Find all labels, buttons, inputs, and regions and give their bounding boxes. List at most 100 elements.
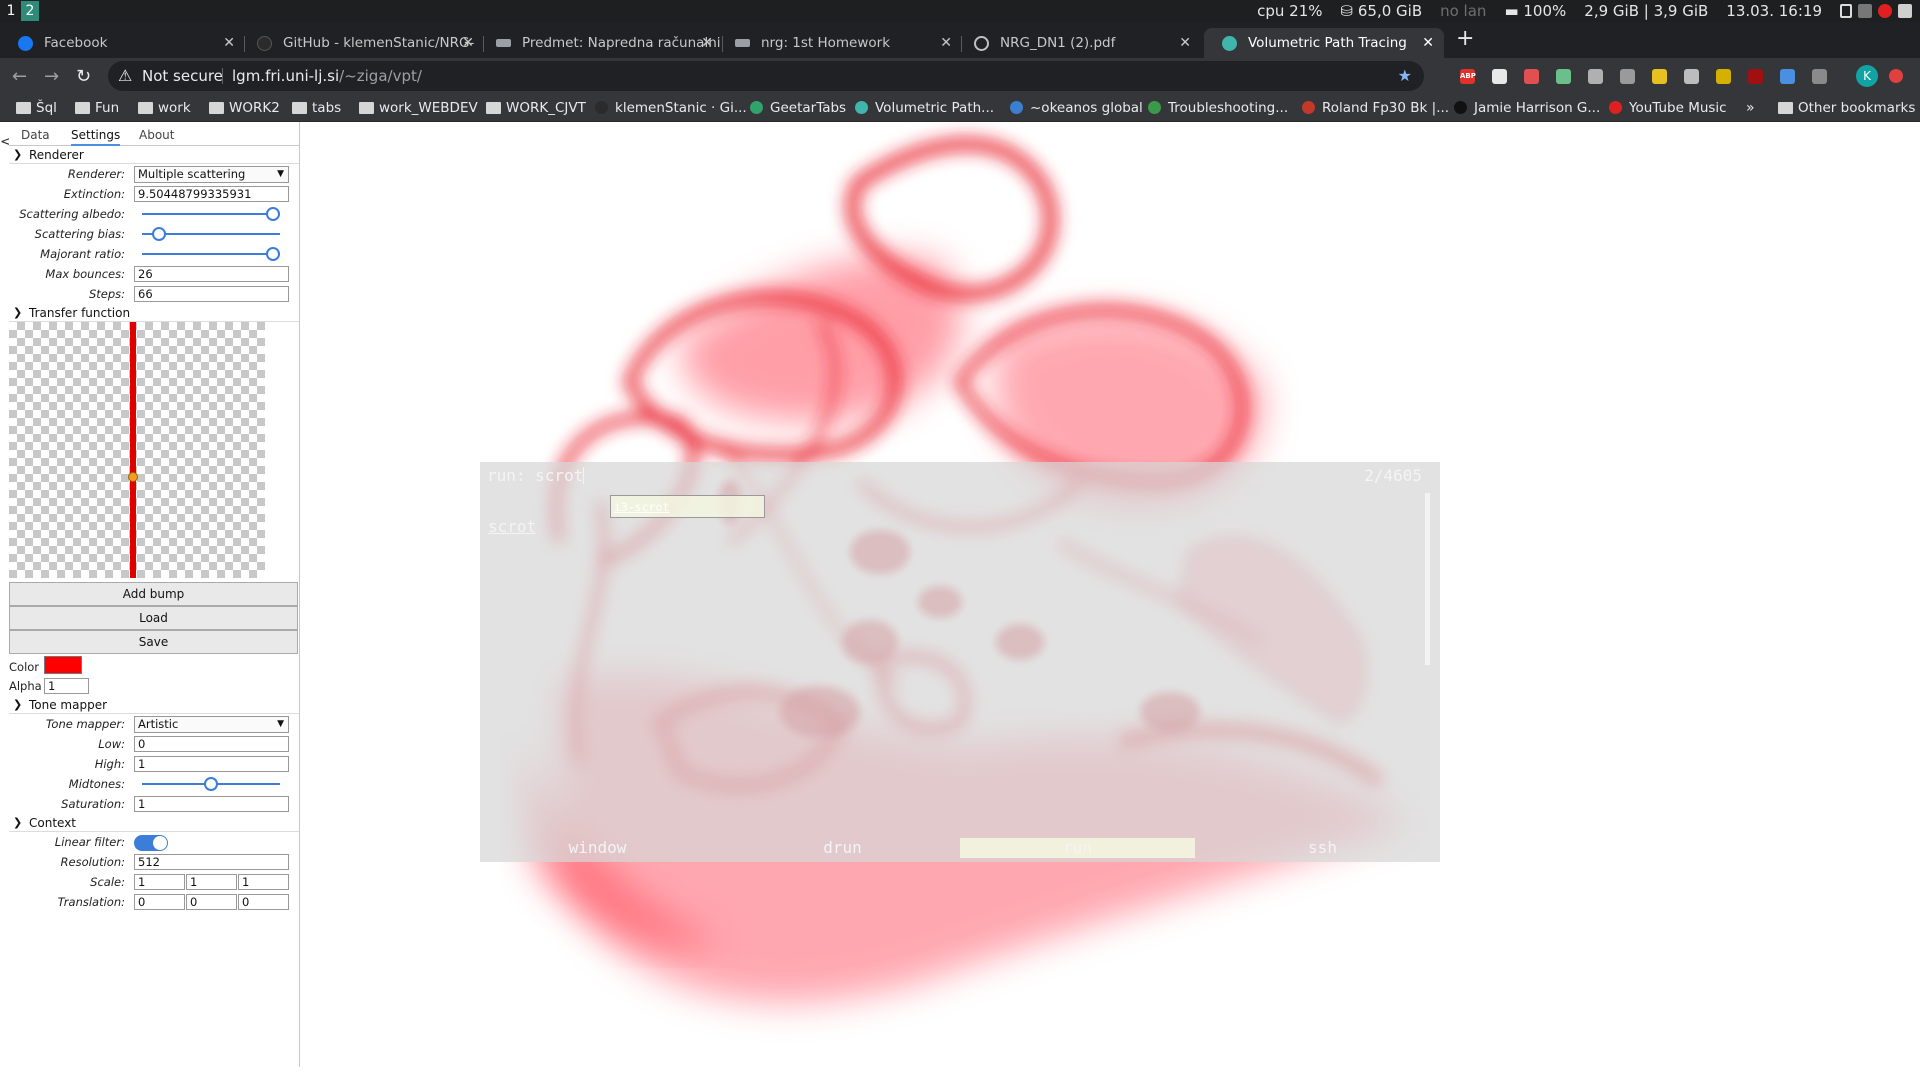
bookmark-link[interactable]: Troubleshooting... bbox=[1146, 94, 1288, 122]
alpha-input[interactable]: 1 bbox=[44, 678, 89, 694]
warning-icon[interactable]: ⚠ bbox=[118, 61, 132, 91]
extinction-input[interactable]: 9.50448799335931 bbox=[134, 186, 289, 202]
slider-knob[interactable] bbox=[204, 777, 218, 791]
tab-facebook[interactable]: Facebook ✕ bbox=[0, 28, 245, 58]
scale-z-input[interactable]: 1 bbox=[238, 874, 289, 890]
bookmark-link[interactable]: Volumetric Path... bbox=[853, 94, 994, 122]
bookmark-link[interactable]: Roland Fp30 Bk |... bbox=[1300, 94, 1449, 122]
add-bump-button[interactable]: Add bump bbox=[9, 582, 298, 606]
rofi-mode-run[interactable]: run bbox=[960, 838, 1195, 858]
albedo-slider[interactable] bbox=[142, 207, 280, 221]
bookmark-link[interactable]: YouTube Music bbox=[1607, 94, 1727, 122]
bookmark-star-icon[interactable]: ★ bbox=[1398, 61, 1412, 91]
forward-button[interactable]: → bbox=[44, 66, 59, 87]
context-section-header[interactable]: ❯ Context bbox=[9, 814, 299, 832]
extension-icon-4[interactable] bbox=[1556, 69, 1571, 84]
high-input[interactable]: 1 bbox=[134, 756, 289, 772]
translation-x-input[interactable]: 0 bbox=[134, 894, 185, 910]
slider-knob[interactable] bbox=[266, 247, 280, 261]
other-bookmarks-folder[interactable]: Other bookmarks bbox=[1776, 94, 1915, 122]
tab-nrg-homework[interactable]: nrg: 1st Homework ✕ bbox=[717, 28, 962, 58]
bookmark-link[interactable]: Jamie Harrison G... bbox=[1452, 94, 1600, 122]
update-icon[interactable] bbox=[1889, 69, 1903, 83]
bookmark-folder[interactable]: Fun bbox=[73, 94, 119, 122]
tab-about[interactable]: About bbox=[139, 128, 174, 142]
bump-handle[interactable] bbox=[128, 472, 138, 482]
alert-icon[interactable] bbox=[1878, 4, 1892, 18]
tone-mapper-select[interactable]: Artistic ▼ bbox=[134, 716, 289, 733]
rofi-mode-ssh[interactable]: ssh bbox=[1205, 838, 1440, 858]
volume-icon[interactable] bbox=[1898, 4, 1912, 18]
url-text[interactable]: lgm.fri.uni-lj.si/~ziga/vpt/ bbox=[232, 61, 422, 91]
close-icon[interactable]: ✕ bbox=[462, 28, 474, 58]
signal-icon[interactable] bbox=[1858, 4, 1872, 18]
extension-icon-3[interactable] bbox=[1524, 69, 1539, 84]
bookmark-link[interactable]: ~okeanos global bbox=[1008, 94, 1143, 122]
slider-knob[interactable] bbox=[266, 207, 280, 221]
new-tab-button[interactable]: + bbox=[1456, 26, 1474, 51]
adblock-plus-icon[interactable]: ABP bbox=[1460, 69, 1476, 84]
majorant-slider[interactable] bbox=[142, 247, 280, 261]
extension-icon-9[interactable] bbox=[1716, 69, 1731, 84]
bookmark-link[interactable]: klemenStanic · Gi... bbox=[593, 94, 747, 122]
close-icon[interactable]: ✕ bbox=[701, 28, 713, 58]
renderer-select[interactable]: Multiple scattering ▼ bbox=[134, 166, 289, 183]
scale-y-input[interactable]: 1 bbox=[186, 874, 237, 890]
resolution-input[interactable]: 512 bbox=[134, 854, 289, 870]
steps-input[interactable]: 66 bbox=[134, 286, 289, 302]
rofi-result-item[interactable]: scrot bbox=[485, 516, 1425, 539]
tab-nrg-pdf[interactable]: NRG_DN1 (2).pdf ✕ bbox=[956, 28, 1201, 58]
extension-icon-12[interactable] bbox=[1812, 69, 1827, 84]
tone-mapper-section-header[interactable]: ❯ Tone mapper bbox=[9, 696, 299, 714]
low-input[interactable]: 0 bbox=[134, 736, 289, 752]
bounces-input[interactable]: 26 bbox=[134, 266, 289, 282]
back-button[interactable]: ← bbox=[12, 66, 27, 87]
close-icon[interactable]: ✕ bbox=[1422, 28, 1434, 58]
scale-x-input[interactable]: 1 bbox=[134, 874, 185, 890]
profile-avatar[interactable]: K bbox=[1856, 65, 1878, 87]
transfer-function-bump[interactable] bbox=[130, 322, 136, 578]
transfer-function-section-header[interactable]: ❯ Transfer function bbox=[9, 304, 299, 322]
extension-icon-11[interactable] bbox=[1780, 69, 1795, 84]
rofi-mode-window[interactable]: window bbox=[480, 838, 715, 858]
bookmark-folder[interactable]: Šql bbox=[14, 94, 57, 122]
rofi-result-item[interactable]: i3-scrot bbox=[610, 495, 765, 518]
load-button[interactable]: Load bbox=[9, 606, 298, 630]
close-icon[interactable]: ✕ bbox=[940, 28, 952, 58]
extension-icon-5[interactable] bbox=[1588, 69, 1603, 84]
workspace-2-button[interactable]: 2 bbox=[21, 1, 39, 21]
tab-predmet[interactable]: Predmet: Napredna računalni ✕ bbox=[478, 28, 723, 58]
tab-github[interactable]: GitHub - klemenStanic/NRG- ✕ bbox=[239, 28, 484, 58]
reload-button[interactable]: ↻ bbox=[76, 66, 91, 87]
tab-settings[interactable]: Settings bbox=[71, 128, 121, 146]
translation-z-input[interactable]: 0 bbox=[238, 894, 289, 910]
midtones-slider[interactable] bbox=[142, 777, 280, 791]
bookmark-folder[interactable]: tabs bbox=[290, 94, 341, 122]
transfer-function-canvas[interactable] bbox=[9, 322, 265, 578]
linear-filter-toggle[interactable] bbox=[134, 835, 168, 851]
bookmark-folder[interactable]: work bbox=[136, 94, 191, 122]
close-icon[interactable]: ✕ bbox=[223, 28, 235, 58]
bookmarks-overflow-button[interactable]: » bbox=[1746, 94, 1755, 122]
saturation-input[interactable]: 1 bbox=[134, 796, 289, 812]
rofi-mode-drun[interactable]: drun bbox=[725, 838, 960, 858]
save-button[interactable]: Save bbox=[9, 630, 298, 654]
tab-volumetric-path-tracing[interactable]: Volumetric Path Tracing ✕ bbox=[1204, 28, 1444, 58]
bias-slider[interactable] bbox=[142, 227, 280, 241]
extension-icon-6[interactable] bbox=[1620, 69, 1635, 84]
tab-data[interactable]: Data bbox=[21, 128, 50, 142]
bookmark-folder[interactable]: WORK_CJVT bbox=[484, 94, 586, 122]
rofi-prompt-input[interactable]: run: scrot bbox=[487, 466, 585, 485]
bookmark-folder[interactable]: work_WEBDEV bbox=[357, 94, 478, 122]
color-picker[interactable] bbox=[44, 656, 82, 674]
renderer-section-header[interactable]: ❯ Renderer bbox=[9, 146, 299, 164]
ublock-icon[interactable] bbox=[1748, 69, 1763, 84]
bookmark-link[interactable]: GeetarTabs bbox=[748, 94, 846, 122]
extension-icon-7[interactable] bbox=[1652, 69, 1667, 84]
clipboard-icon[interactable] bbox=[1840, 4, 1852, 18]
workspace-1-button[interactable]: 1 bbox=[2, 1, 20, 21]
security-status[interactable]: Not secure bbox=[142, 61, 223, 91]
close-icon[interactable]: ✕ bbox=[1179, 28, 1191, 58]
address-bar[interactable]: ⚠ Not secure lgm.fri.uni-lj.si/~ziga/vpt… bbox=[108, 61, 1424, 91]
extension-icon-2[interactable] bbox=[1492, 69, 1507, 84]
